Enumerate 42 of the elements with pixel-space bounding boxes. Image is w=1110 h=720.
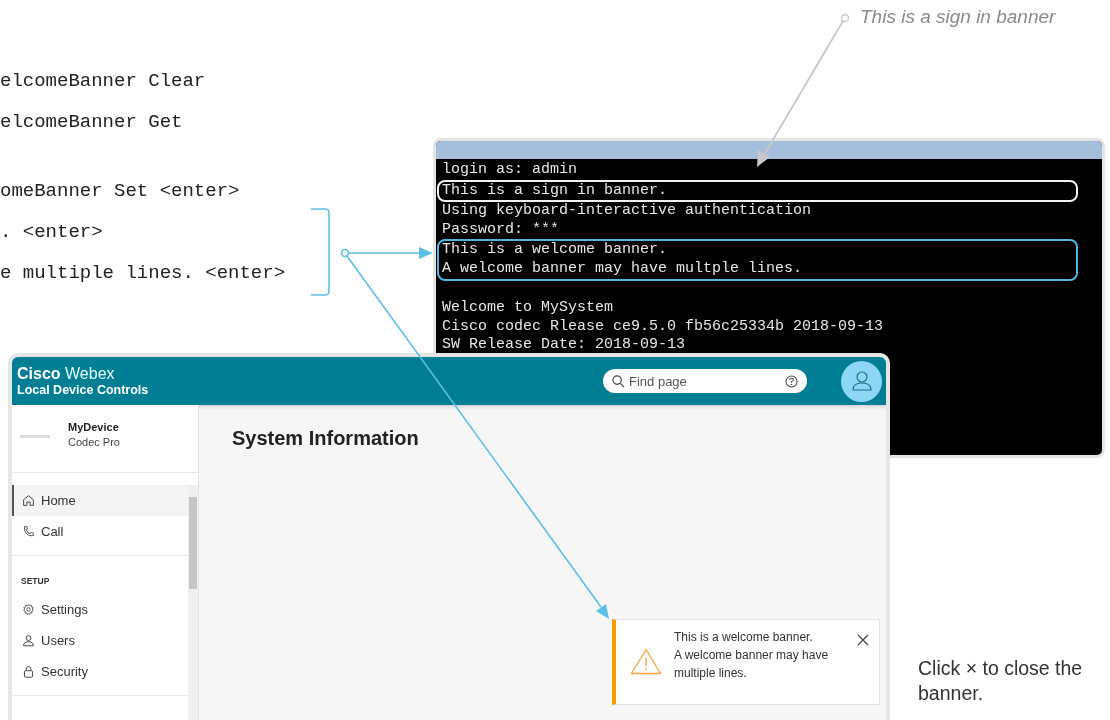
terminal-line: This is a welcome banner. <box>442 241 669 260</box>
terminal-line: Using keyboard-interactive authentication <box>442 202 813 221</box>
nav-item[interactable]: Call <box>12 516 188 547</box>
lock-icon <box>22 665 35 678</box>
avatar-button[interactable] <box>841 360 882 402</box>
note-text: Click × to close the banner. <box>918 656 1084 706</box>
code-line: elcomeBanner Get <box>0 110 184 135</box>
code-line: omeBanner Set <enter> <box>0 179 241 204</box>
settings-icon <box>22 603 35 616</box>
code-line: . <enter> <box>0 220 104 245</box>
terminal-line: login as: admin <box>442 161 579 180</box>
terminal-line: Welcome to MySystem <box>442 299 615 318</box>
scrollbar[interactable] <box>188 485 198 720</box>
terminal-line: SW Release Date: 2018-09-13 <box>442 336 687 355</box>
phone-icon <box>22 525 35 538</box>
nav-item[interactable]: Users <box>12 625 188 656</box>
close-icon[interactable] <box>857 634 869 646</box>
terminal-line: Cisco codec Rlease ce9.5.0 fb56c25334b 2018-09-13 <box>442 317 885 337</box>
section-heading: SETUP <box>20 575 51 588</box>
search-icon <box>612 375 625 388</box>
app-logo: Cisco Webex <box>17 364 116 383</box>
banner-message: This is a welcome banner. A welcome banner may have multiple lines. <box>674 629 830 682</box>
nav-item[interactable]: Security <box>12 656 188 687</box>
device-name: MyDevice <box>68 421 120 433</box>
device-icon <box>20 435 50 438</box>
page-title: System Information <box>232 427 420 450</box>
nav-item[interactable]: Settings <box>12 594 188 625</box>
terminal-line: A welcome banner may have multple lines. <box>442 259 804 279</box>
warning-icon <box>630 648 662 675</box>
code-line: elcomeBanner Clear <box>0 69 207 94</box>
device-model: Codec Pro <box>68 436 120 448</box>
help-icon[interactable] <box>785 375 798 388</box>
app-subtitle: Local Device Controls <box>17 382 149 398</box>
home-icon <box>22 494 35 507</box>
callout-text: This is a sign in banner <box>860 6 1056 28</box>
search-field[interactable]: Find page <box>603 369 807 393</box>
user-icon <box>850 370 873 392</box>
terminal-line: This is a sign in banner. <box>442 181 669 201</box>
code-line: e multiple lines. <enter> <box>0 261 286 286</box>
nav-item[interactable]: Home <box>12 485 188 516</box>
terminal-line: Password: *** <box>442 220 561 240</box>
user-icon <box>22 634 35 647</box>
